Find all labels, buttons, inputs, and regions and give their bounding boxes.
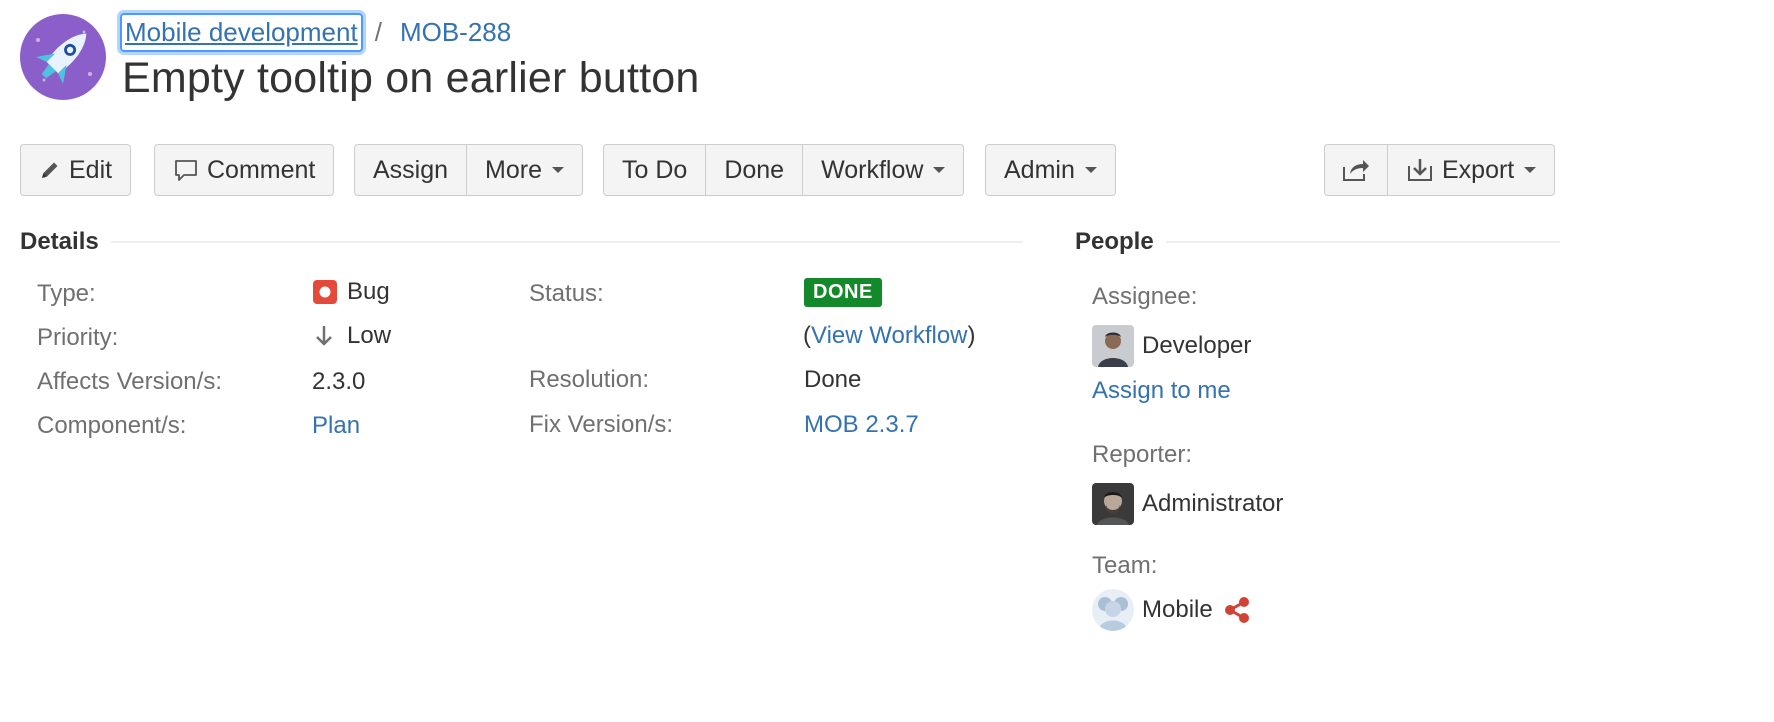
team-label: Team:	[1092, 552, 1158, 579]
comment-group: Comment	[154, 144, 335, 196]
type-label: Type:	[37, 280, 96, 307]
more-button[interactable]: More	[466, 145, 582, 195]
share-export-group: Export	[1324, 144, 1556, 196]
component-value: Plan	[312, 412, 360, 440]
breadcrumb-project-link[interactable]: Mobile development	[120, 12, 363, 52]
chevron-down-icon	[1524, 167, 1537, 173]
assign-to-me: Assign to me	[1092, 377, 1231, 405]
issue-key-link[interactable]: MOB-288	[400, 17, 511, 48]
edit-button[interactable]: Edit	[21, 145, 130, 195]
workflow-button[interactable]: Workflow	[802, 145, 963, 195]
export-button[interactable]: Export	[1387, 145, 1554, 195]
priority-text: Low	[347, 322, 392, 349]
todo-button[interactable]: To Do	[604, 145, 705, 195]
status-badge: DONE	[804, 278, 882, 307]
reporter-name: Administrator	[1142, 490, 1284, 517]
edit-group: Edit	[20, 144, 132, 196]
chevron-down-icon	[552, 167, 565, 173]
assignee-value: Developer	[1092, 325, 1251, 367]
breadcrumb: Mobile development / MOB-288	[120, 12, 511, 52]
arrow-down-icon	[312, 323, 336, 349]
comment-button[interactable]: Comment	[155, 145, 333, 195]
status-label: Status:	[529, 280, 604, 307]
view-workflow-link[interactable]: View Workflow	[811, 322, 968, 350]
divider	[110, 241, 1023, 243]
share-nodes-icon[interactable]	[1222, 595, 1252, 625]
share-icon	[1341, 157, 1371, 183]
done-button[interactable]: Done	[705, 145, 802, 195]
avatar	[1092, 325, 1134, 367]
pencil-icon	[39, 159, 61, 181]
resolution-label: Resolution:	[529, 366, 650, 393]
comment-icon	[173, 157, 199, 183]
share-button[interactable]	[1325, 145, 1387, 195]
details-heading: Details	[20, 228, 99, 255]
assignee-label: Assignee:	[1092, 283, 1198, 310]
workflow-label: Workflow	[821, 155, 924, 184]
breadcrumb-separator: /	[374, 16, 382, 47]
resolution-value: Done	[804, 366, 862, 393]
paren-open: (	[803, 322, 811, 349]
workflow-group: To Do Done Workflow	[603, 144, 965, 196]
project-avatar[interactable]	[20, 14, 106, 100]
comment-label: Comment	[207, 155, 316, 184]
assign-to-me-link[interactable]: Assign to me	[1092, 377, 1231, 405]
chevron-down-icon	[1084, 167, 1097, 173]
download-icon	[1406, 157, 1434, 183]
admin-button[interactable]: Admin	[986, 145, 1115, 195]
type-text: Bug	[347, 278, 390, 305]
people-heading: People	[1075, 228, 1154, 255]
affects-label: Affects Version/s:	[37, 368, 222, 395]
fix-version-value: MOB 2.3.7	[804, 411, 919, 439]
paren-close: )	[967, 322, 976, 349]
team-avatar	[1092, 589, 1134, 631]
export-label: Export	[1442, 155, 1515, 184]
people-header[interactable]: People	[1075, 228, 1560, 256]
priority-value: Low	[312, 322, 391, 350]
priority-label: Priority:	[37, 324, 119, 351]
admin-label: Admin	[1004, 155, 1075, 184]
component-link[interactable]: Plan	[312, 412, 360, 440]
reporter-value: Administrator	[1092, 483, 1283, 525]
avatar	[1092, 483, 1134, 525]
more-label: More	[485, 155, 543, 184]
assignee-name: Developer	[1142, 332, 1252, 359]
chevron-down-icon	[933, 167, 946, 173]
reporter-label: Reporter:	[1092, 441, 1193, 468]
rocket-icon	[36, 30, 92, 84]
component-label: Component/s:	[37, 412, 187, 439]
fix-version-label: Fix Version/s:	[529, 411, 674, 438]
view-workflow: ( View Workflow )	[803, 322, 976, 350]
fix-version-link[interactable]: MOB 2.3.7	[804, 411, 919, 439]
bug-icon	[312, 279, 338, 305]
status-value: DONE	[804, 278, 882, 307]
assign-more-group: Assign More	[354, 144, 584, 196]
team-name: Mobile	[1142, 596, 1213, 623]
details-header[interactable]: Details	[20, 228, 1023, 256]
divider	[1165, 241, 1560, 243]
assign-button[interactable]: Assign	[355, 145, 466, 195]
edit-label: Edit	[69, 155, 113, 184]
page-title: Empty tooltip on earlier button	[122, 54, 700, 102]
affects-value: 2.3.0	[312, 368, 366, 395]
type-value: Bug	[312, 278, 390, 306]
admin-group: Admin	[985, 144, 1116, 196]
team-value: Mobile	[1092, 589, 1252, 631]
